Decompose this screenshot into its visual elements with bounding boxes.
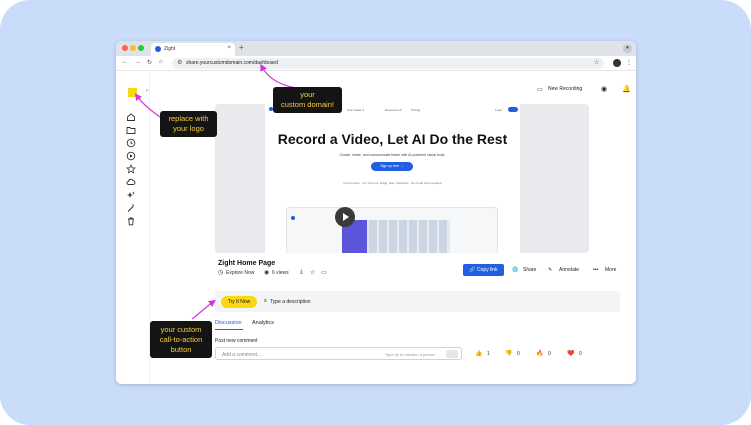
tab-search-icon[interactable]: ▾ bbox=[623, 44, 632, 53]
app-logo[interactable] bbox=[128, 88, 137, 97]
browser-menu-icon[interactable]: ⋮ bbox=[626, 59, 632, 66]
description-field[interactable]: Type a description bbox=[270, 299, 311, 305]
preview-signup bbox=[508, 107, 518, 112]
profile-avatar[interactable] bbox=[613, 59, 621, 67]
preview-login: Login bbox=[495, 108, 503, 112]
thumbs-down-reaction[interactable]: 👎 bbox=[505, 350, 512, 357]
tab-discussion[interactable]: Discussion bbox=[215, 320, 242, 326]
link-icon: 🔗 bbox=[469, 267, 476, 273]
tab-close-icon[interactable]: × bbox=[227, 45, 231, 51]
home-nav-icon[interactable]: ⌂ bbox=[159, 59, 163, 65]
reaction-count: 0 bbox=[579, 351, 582, 357]
back-icon[interactable]: ← bbox=[122, 59, 128, 65]
fire-reaction[interactable]: 🔥 bbox=[536, 350, 543, 357]
preview-note: Free forever · For Chrome, Edge, Mac, Wi… bbox=[343, 181, 442, 185]
copy-link-button[interactable]: 🔗 Copy link bbox=[463, 264, 504, 276]
tab-analytics[interactable]: Analytics bbox=[252, 320, 274, 326]
new-tab-button[interactable]: + bbox=[239, 43, 244, 52]
mention-hint: Type @ to mention a person bbox=[385, 352, 436, 357]
new-recording-button[interactable]: New Recording bbox=[548, 86, 582, 92]
preview-cta: Sign up free → bbox=[371, 162, 413, 171]
preview-subline: Create, share, and communicate faster wi… bbox=[339, 153, 446, 157]
comment-placeholder: Add a comment... bbox=[222, 352, 262, 358]
favorite-star-icon[interactable]: ☆ bbox=[310, 269, 315, 276]
domain-callout-line: your bbox=[300, 90, 315, 99]
play-button-icon[interactable] bbox=[335, 207, 355, 227]
copy-link-label: Copy link bbox=[477, 267, 498, 273]
send-comment-button[interactable] bbox=[446, 350, 458, 358]
annotate-icon: ✎ bbox=[548, 267, 553, 273]
play-icon[interactable] bbox=[126, 148, 136, 161]
preview-nav-item: Resources ▾ bbox=[385, 108, 402, 112]
cta-callout-line: button bbox=[170, 345, 192, 354]
app-sidebar: › bbox=[116, 72, 150, 384]
close-window-dot[interactable] bbox=[122, 45, 128, 51]
domain-callout-line: custom domain! bbox=[281, 100, 334, 109]
video-owner[interactable]: Explore Now bbox=[226, 270, 254, 276]
preview-headline: Record a Video, Let AI Do the Rest bbox=[277, 131, 508, 147]
expand-sidebar-icon[interactable]: › bbox=[146, 88, 148, 94]
description-icon: ≡ bbox=[264, 298, 267, 304]
forward-icon[interactable]: → bbox=[135, 59, 141, 65]
views-icon: ◉ bbox=[264, 270, 270, 276]
zight-favicon-icon bbox=[155, 46, 161, 52]
tab-title: Zight bbox=[164, 46, 176, 52]
more-button[interactable]: More bbox=[605, 267, 616, 273]
preview-nav-item: Use Cases ▾ bbox=[347, 108, 365, 112]
mockup-grid bbox=[369, 220, 449, 253]
star-icon[interactable] bbox=[126, 161, 136, 174]
browser-tab[interactable]: Zight × bbox=[151, 43, 235, 56]
active-tab-indicator bbox=[215, 329, 243, 330]
url-text: share.yourcustomdomain.com/dashboard bbox=[186, 60, 278, 66]
annotate-button[interactable]: Annotate bbox=[559, 267, 579, 273]
reaction-count: 0 bbox=[548, 351, 551, 357]
wand-icon[interactable] bbox=[126, 200, 136, 212]
cta-callout: your custom call-to-action button bbox=[150, 321, 212, 358]
video-title: Zight Home Page bbox=[218, 260, 276, 267]
cta-callout-line: your custom bbox=[160, 325, 202, 334]
view-count: 6 views bbox=[272, 270, 289, 276]
globe-icon: 🌐 bbox=[512, 267, 519, 273]
maximize-window-dot[interactable] bbox=[138, 45, 144, 51]
browser-toolbar: ← → ↻ ⌂ ⚙ share.yourcustomdomain.com/das… bbox=[116, 56, 636, 71]
more-dots-icon: ••• bbox=[593, 267, 599, 273]
address-bar[interactable]: ⚙ share.yourcustomdomain.com/dashboard bbox=[172, 58, 604, 69]
logo-callout-line: your logo bbox=[173, 124, 204, 133]
reaction-count: 0 bbox=[517, 351, 520, 357]
comment-label: Post new comment bbox=[215, 338, 258, 344]
thumbs-up-reaction[interactable]: 👍 bbox=[475, 350, 482, 357]
heart-reaction[interactable]: ❤️ bbox=[567, 350, 574, 357]
folder-icon[interactable] bbox=[126, 122, 136, 134]
video-thumbnail: Use Cases ▾ Resources ▾ Pricing Login Re… bbox=[265, 104, 520, 253]
preview-product-mockup bbox=[286, 207, 498, 253]
trash-icon[interactable] bbox=[126, 213, 136, 226]
history-icon[interactable] bbox=[126, 135, 136, 148]
broadcast-icon[interactable]: ◉ bbox=[601, 85, 607, 93]
home-icon[interactable] bbox=[126, 109, 136, 121]
domain-callout: your custom domain! bbox=[273, 87, 342, 113]
main-content: ▭ New Recording ◉ 🔔 Use Cases ▾ Resource… bbox=[151, 72, 636, 384]
cta-callout-line: call-to-action bbox=[159, 335, 203, 344]
record-icon[interactable]: ▭ bbox=[537, 86, 543, 93]
notification-bell-icon[interactable]: 🔔 bbox=[622, 85, 631, 93]
reload-icon[interactable]: ↻ bbox=[147, 59, 152, 66]
preview-nav-item: Pricing bbox=[411, 108, 421, 112]
sparkle-icon[interactable] bbox=[126, 187, 136, 198]
reaction-count: 1 bbox=[487, 351, 490, 357]
download-icon[interactable]: ⤓ bbox=[300, 269, 303, 276]
minimize-window-dot[interactable] bbox=[130, 45, 136, 51]
tab-strip: Zight × + ▾ bbox=[116, 41, 636, 56]
cloud-icon[interactable] bbox=[126, 174, 136, 185]
cta-button[interactable]: Try It Now bbox=[221, 296, 257, 308]
mockup-logo-icon bbox=[291, 216, 295, 220]
clock-icon: ◷ bbox=[218, 270, 224, 276]
comment-input[interactable]: Add a comment... Type @ to mention a per… bbox=[215, 347, 462, 360]
logo-callout: replace with your logo bbox=[160, 111, 217, 137]
share-button[interactable]: Share bbox=[523, 267, 536, 273]
video-player[interactable]: Use Cases ▾ Resources ▾ Pricing Login Re… bbox=[215, 104, 589, 253]
site-info-icon[interactable]: ⚙ bbox=[177, 59, 182, 66]
logo-callout-line: replace with bbox=[168, 114, 209, 123]
bookmark-star-icon[interactable]: ☆ bbox=[594, 59, 599, 66]
move-folder-icon[interactable]: ▭ bbox=[321, 269, 327, 276]
